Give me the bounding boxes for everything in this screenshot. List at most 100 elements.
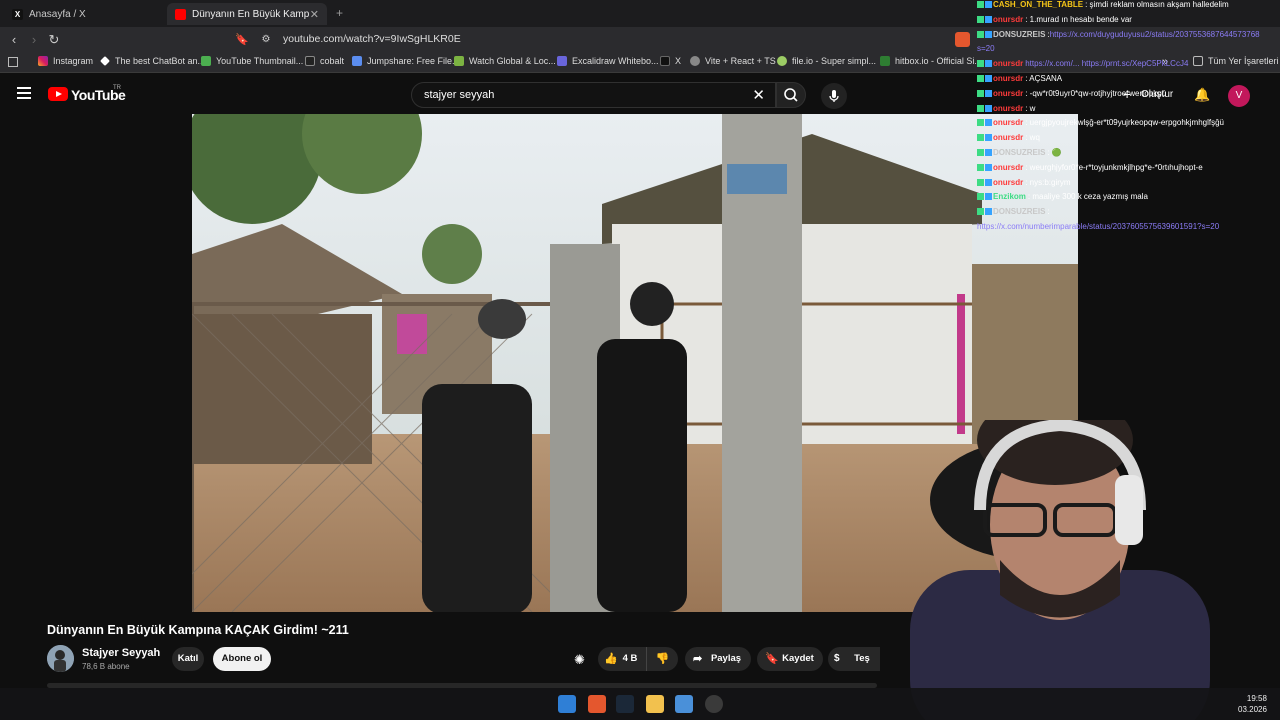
obs-icon[interactable] xyxy=(705,695,723,713)
remix-icon[interactable]: ✺ xyxy=(574,652,585,668)
channel-avatar[interactable] xyxy=(47,645,74,672)
chat-link[interactable]: s=20 xyxy=(977,44,995,53)
chat-badge-icon xyxy=(985,193,992,201)
chat-badge-icon xyxy=(985,89,992,97)
bookmark-label: X xyxy=(675,56,682,66)
chat-username[interactable]: onursdr xyxy=(993,74,1023,83)
chat-username[interactable]: onursdr xyxy=(993,178,1023,187)
menu-icon[interactable] xyxy=(17,87,31,99)
system-clock[interactable]: 19:58 03.2026 xyxy=(1238,693,1267,715)
tab-youtube-video[interactable]: Dünyanın En Büyük Kampına KAÇ ✕ xyxy=(167,3,327,25)
webcam-image xyxy=(910,420,1210,720)
brave-shield-icon[interactable] xyxy=(955,32,970,47)
join-button[interactable]: Katıl xyxy=(172,647,204,671)
youtube-logo-icon[interactable] xyxy=(48,87,68,101)
youtube-favicon-icon xyxy=(175,8,186,20)
chat-username[interactable]: onursdr xyxy=(993,133,1023,142)
chat-link[interactable]: https://x.com/... https://prnt.sc/XepC5P… xyxy=(1025,59,1188,68)
site-info-icon[interactable]: ⚙ xyxy=(258,32,274,48)
chat-badge-icon xyxy=(977,193,984,201)
fileio-icon xyxy=(777,56,787,66)
chat-badge-icon xyxy=(977,15,984,23)
forward-icon[interactable]: › xyxy=(26,32,42,48)
chat-badge-icon xyxy=(977,178,984,186)
chat-username[interactable]: DONSUZREIS xyxy=(993,148,1045,157)
bookmark-item[interactable]: file.io - Super simpl... xyxy=(777,56,876,66)
chat-badge-icon xyxy=(977,89,984,97)
chat-text: : 1.murad ın hesabı bende var xyxy=(1025,14,1132,24)
search-button[interactable] xyxy=(776,82,806,108)
chat-text: : uergjpyoujrekwlşğ-er*t09yujrkeopqw-erp… xyxy=(1025,118,1224,128)
close-tab-icon[interactable]: ✕ xyxy=(310,8,319,21)
bookmark-item[interactable]: Excalidraw Whitebo... xyxy=(557,56,659,66)
chat-message: onursdr https://x.com/... https://prnt.sc… xyxy=(977,59,1188,68)
chat-badge-icon xyxy=(985,60,992,68)
chat-message: onursdr: w xyxy=(977,104,1035,113)
chat-link[interactable]: https://x.com/numberimparable/status/203… xyxy=(977,222,1219,231)
new-tab-icon[interactable]: + xyxy=(336,6,343,20)
bookmark-item[interactable]: Watch Global & Loc... xyxy=(454,56,556,66)
chat-username[interactable]: onursdr xyxy=(993,163,1023,172)
brave-browser-icon[interactable] xyxy=(588,695,606,713)
apps-grid-icon[interactable] xyxy=(8,57,18,67)
bookmark-page-icon[interactable]: 🔖 xyxy=(234,32,250,48)
chat-message: Enzikom: maaliye 300 k ceza yazmış mala xyxy=(977,192,1148,201)
bookmark-item[interactable]: hitbox.io - Official Si... xyxy=(880,56,982,66)
chat-message: onursdr: AÇSANA xyxy=(977,74,1062,83)
chat-message: onursdr: uergjpyoujrekwlşğ-er*t09yujrkeo… xyxy=(977,118,1224,127)
bookmark-item[interactable]: YouTube Thumbnail... xyxy=(201,56,303,66)
tab-label: Dünyanın En Büyük Kampına KAÇ xyxy=(191,8,310,20)
voice-search-button[interactable] xyxy=(821,83,847,109)
chat-text: : şimdi reklam olmasın akşam halledelim xyxy=(1085,0,1229,9)
thumbs-down-icon: 👎 xyxy=(655,653,670,665)
steam-icon[interactable] xyxy=(616,695,634,713)
url-field[interactable]: youtube.com/watch?v=9IwSgHLKR0E xyxy=(283,33,461,45)
windows-taskbar xyxy=(0,688,1280,720)
chat-username[interactable]: DONSUZREIS xyxy=(993,207,1045,216)
chat-username[interactable]: CASH_ON_THE_TABLE xyxy=(993,0,1083,9)
bookmark-item[interactable]: X xyxy=(660,56,681,66)
search-value: stajyer seyyah xyxy=(424,89,495,101)
chat-username[interactable]: onursdr xyxy=(993,104,1023,113)
chat-username[interactable]: DONSUZREIS xyxy=(993,30,1045,39)
bookmark-item[interactable]: The best ChatBot an... xyxy=(100,56,205,66)
subscribe-button[interactable]: Abone ol xyxy=(213,647,271,671)
chat-badge-icon xyxy=(977,75,984,82)
bookmark-item[interactable]: cobalt xyxy=(305,56,344,66)
clear-search-icon[interactable]: ✕ xyxy=(752,86,765,104)
windows-start-icon[interactable] xyxy=(558,695,576,713)
chat-message: DONSUZREIS: https://x.com/duyguduyusu2/s… xyxy=(977,30,1260,39)
channel-name[interactable]: Stajyer Seyyah xyxy=(82,647,160,659)
reload-icon[interactable]: ↻ xyxy=(46,32,62,48)
chat-text: : wq xyxy=(1025,133,1040,143)
app-icon[interactable] xyxy=(675,695,693,713)
chat-username[interactable]: onursdr xyxy=(993,89,1023,98)
save-button[interactable]: 🔖 Kaydet xyxy=(757,647,823,671)
file-explorer-icon[interactable] xyxy=(646,695,664,713)
bookmark-item[interactable]: Instagram xyxy=(38,56,93,66)
share-button[interactable]: ➦ Paylaş xyxy=(685,647,751,671)
dislike-button[interactable]: 👎 xyxy=(646,647,678,671)
watch-global-icon xyxy=(454,56,464,66)
search-input[interactable]: stajyer seyyah ✕ xyxy=(411,82,776,108)
bookmark-item[interactable]: Vite + React + TS xyxy=(690,56,776,66)
bookmark-item[interactable]: Jumpshare: Free File... xyxy=(352,56,460,66)
bookmark-label: hitbox.io - Official Si... xyxy=(895,56,982,66)
chat-badge-icon xyxy=(977,163,984,171)
back-icon[interactable]: ‹ xyxy=(6,32,22,48)
bookmark-label: Excalidraw Whitebo... xyxy=(572,56,659,66)
chat-badge-icon xyxy=(985,163,992,171)
microphone-icon xyxy=(829,90,839,102)
chat-link[interactable]: https://x.com/duyguduyusu2/status/203755… xyxy=(1050,30,1260,39)
chat-username[interactable]: onursdr xyxy=(993,118,1023,127)
chat-username[interactable]: onursdr xyxy=(993,59,1023,68)
chat-badge-icon xyxy=(977,134,984,142)
chat-username[interactable]: Enzikom xyxy=(993,192,1026,201)
bookmark-label: YouTube Thumbnail... xyxy=(216,56,304,66)
tab-x-home[interactable]: X Anasayfa / X xyxy=(4,3,164,25)
like-button[interactable]: 👍 4 B xyxy=(598,647,646,671)
chat-username[interactable]: onursdr xyxy=(993,15,1023,24)
chat-badge-icon xyxy=(977,60,984,68)
chat-text: : w xyxy=(1025,103,1036,113)
x-logo-icon: X xyxy=(12,8,23,20)
